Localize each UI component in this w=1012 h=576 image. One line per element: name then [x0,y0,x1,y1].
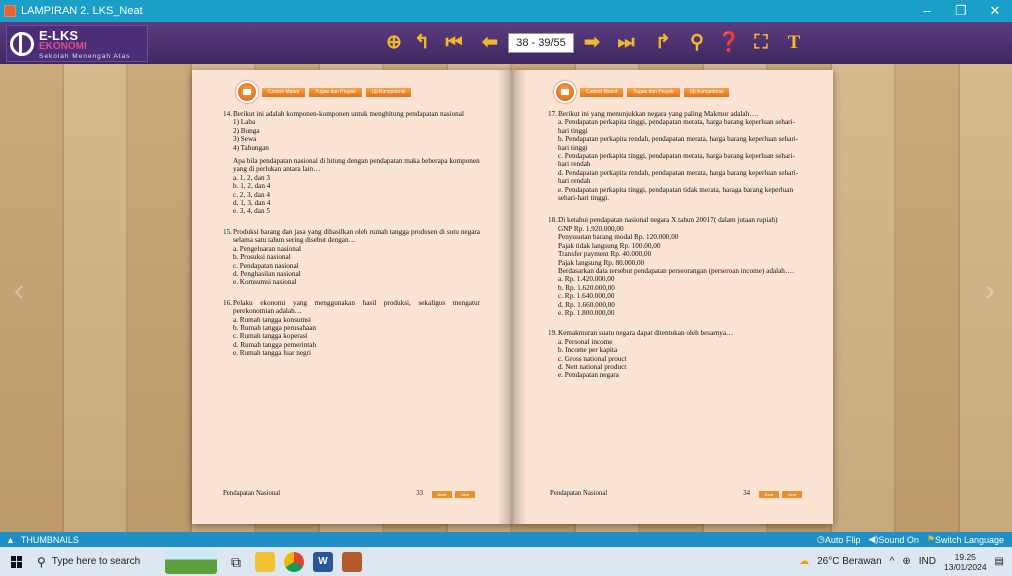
page-number: 33 [416,489,423,497]
next-button[interactable]: Next [455,490,475,498]
text-icon[interactable]: T [783,30,805,56]
page-nav: Contoh Materi Tugas dan Proyek Uji Kompe… [236,80,412,104]
time: 19.25 [954,551,976,562]
flag-icon[interactable]: ⚑ [927,534,935,545]
search-icon: ⚲ [37,554,46,569]
weather-text[interactable]: 26°C Berawan [817,556,882,567]
notification-icon[interactable]: ▤ [995,556,1004,567]
sound-toggle[interactable]: Sound On [878,535,919,545]
tab-tugas-proyek[interactable]: Tugas dan Proyek [309,87,362,97]
app-icon [4,5,16,17]
page-footer: Pendapatan Nasional 33 Back Next [223,489,475,499]
tab-contoh-materi[interactable]: Contoh Materi [262,87,306,97]
task-view-icon[interactable]: ⧉ [226,552,246,572]
next-page-icon[interactable]: ➡ [581,30,603,56]
windows-taskbar: ⚲ Type here to search ⧉ W ☁ 26°C Berawan… [0,547,1012,576]
language-indicator[interactable]: IND [919,556,936,567]
date: 13/01/2024 [944,561,987,572]
logo-school: Sekolah Menengah Atas [39,53,131,60]
question-15: 15. Produksi barang dan jasa yang dihasil… [223,227,480,287]
page-number: 34 [743,489,750,497]
footer-title: Pendapatan Nasional [550,489,608,497]
page-indicator-input[interactable]: 38 - 39/55 [508,33,574,53]
switch-language-button[interactable]: Switch Language [935,535,1004,545]
home-icon[interactable] [236,81,258,103]
first-page-icon[interactable]: ⏮ [443,30,465,56]
search-highlight-image[interactable] [165,549,217,574]
question-16: 16. Pelaku ekonomi yang menggunakan hasil… [223,298,480,358]
tab-uji-kompetensi[interactable]: Uji Kompetensi [683,87,730,97]
zoom-in-icon[interactable]: ⊕ [383,30,405,56]
taskbar-search[interactable]: ⚲ Type here to search [37,555,155,569]
flipbook-app-icon[interactable] [342,551,362,572]
window-title-bar: LAMPIRAN 2. LKS_Neat – ❐ ✕ [0,0,1012,22]
next-side-arrow-icon[interactable]: › [985,274,995,308]
power-logo-icon [10,32,34,56]
open-book: Contoh Materi Tugas dan Proyek Uji Kompe… [192,70,833,524]
help-icon[interactable]: ❓ [717,30,741,56]
file-explorer-icon[interactable] [255,551,275,572]
auto-flip-button[interactable]: Auto Flip [825,535,861,545]
search-icon[interactable]: ⚲ [686,30,708,56]
flipbook-toolbar: E-LKS EKONOMI Sekolah Menengah Atas ⊕ ↰ … [0,22,1012,64]
question-18: 18. Di ketahui pendapatan nasional negara… [548,216,794,317]
previous-page-icon[interactable]: ⬅ [479,30,501,56]
clock[interactable]: 19.25 13/01/2024 [944,552,987,572]
tab-tugas-proyek[interactable]: Tugas dan Proyek [627,87,680,97]
sound-icon[interactable]: ◀) [868,534,878,545]
last-page-icon[interactable]: ⏭ [615,30,637,56]
weather-icon[interactable]: ☁ [799,556,809,567]
logo-subject: EKONOMI [39,41,87,52]
thumbnails-icon[interactable]: ▲ [6,535,15,545]
thumbnails-button[interactable]: THUMBNAILS [21,535,817,545]
elks-logo: E-LKS EKONOMI Sekolah Menengah Atas [6,25,148,62]
footer-title: Pendapatan Nasional [223,489,281,497]
window-title: LAMPIRAN 2. LKS_Neat [21,5,143,17]
page-footer: Pendapatan Nasional 34 Back Next [550,489,802,499]
left-page[interactable]: Contoh Materi Tugas dan Proyek Uji Kompe… [192,70,510,524]
question-14: 14. Berikut ini adalah komponen-komponen … [223,110,480,216]
network-icon[interactable]: ⊕ [902,556,910,567]
flipbook-bottom-bar: ▲ THUMBNAILS ◷ Auto Flip ◀) Sound On ⚑ S… [0,532,1012,547]
fullscreen-icon[interactable]: ⛶ [750,30,772,56]
question-19: 19. Kemakmuran suatu negara dapat ditentu… [548,329,734,380]
maximize-button[interactable]: ❐ [944,0,978,22]
chrome-icon[interactable] [284,551,304,572]
prev-side-arrow-icon[interactable]: ‹ [14,274,24,308]
windows-start-icon[interactable] [11,555,23,568]
question-17: 17. Berikut ini yang menunjukkan negara y… [548,110,799,203]
search-placeholder: Type here to search [51,556,141,567]
system-tray: ☁ 26°C Berawan ^ ⊕ IND 19.25 13/01/2024 … [799,552,1012,572]
auto-flip-icon[interactable]: ◷ [817,534,825,545]
back-button[interactable]: Back [432,490,452,498]
chevron-up-icon[interactable]: ^ [890,556,895,567]
tab-contoh-materi[interactable]: Contoh Materi [580,87,624,97]
redo-icon[interactable]: ↱ [652,30,674,56]
back-button[interactable]: Back [759,490,779,498]
next-button[interactable]: Next [782,490,802,498]
undo-icon[interactable]: ↰ [411,30,433,56]
close-button[interactable]: ✕ [978,0,1012,22]
tab-uji-kompetensi[interactable]: Uji Kompetensi [365,87,412,97]
book-stage: ‹ › Contoh Materi Tugas dan Proyek Uji K… [0,64,1012,532]
home-icon[interactable] [554,81,576,103]
page-nav: Contoh Materi Tugas dan Proyek Uji Kompe… [554,80,730,104]
word-icon[interactable]: W [313,551,333,572]
right-page[interactable]: Contoh Materi Tugas dan Proyek Uji Kompe… [515,70,833,524]
minimize-button[interactable]: – [910,0,944,22]
